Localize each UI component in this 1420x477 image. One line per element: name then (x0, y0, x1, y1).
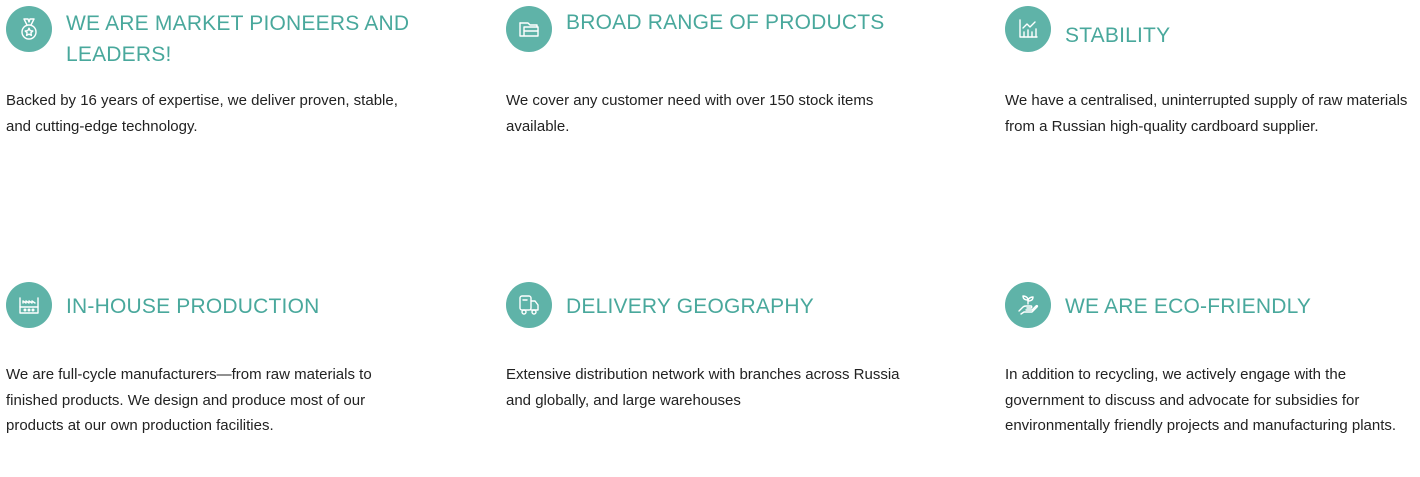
feature-description: Backed by 16 years of expertise, we deli… (6, 92, 398, 135)
feature-description: We are full-cycle manufacturers—from raw… (6, 366, 372, 434)
feature-title: IN-HOUSE PRODUCTION (66, 295, 320, 318)
truck-icon (506, 282, 552, 328)
feature-description: Extensive distribution network with bran… (506, 366, 900, 409)
factory-icon (6, 282, 52, 328)
products-box-icon (506, 6, 552, 52)
feature-title: WE ARE ECO-FRIENDLY (1065, 295, 1312, 318)
medal-icon (6, 6, 52, 52)
chart-icon (1005, 6, 1051, 52)
feature-description: We have a centralised, uninterrupted sup… (1005, 92, 1408, 135)
feature-description: We cover any customer need with over 150… (506, 92, 874, 135)
feature-title: WE ARE MARKET PIONEERS AND LEADERS! (66, 12, 410, 66)
feature-title: DELIVERY GEOGRAPHY (566, 295, 814, 318)
feature-title: STABILITY (1065, 24, 1171, 47)
feature-title: BROAD RANGE OF PRODUCTS (566, 11, 885, 34)
eco-hand-icon (1005, 282, 1051, 328)
feature-description: In addition to recycling, we actively en… (1005, 366, 1397, 434)
